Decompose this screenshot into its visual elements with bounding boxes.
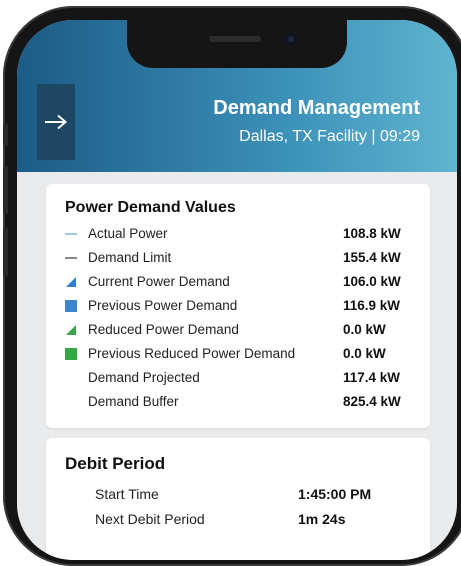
item-value: 106.0 kW (343, 274, 401, 289)
volume-down-button (3, 228, 8, 276)
item-label: Start Time (95, 486, 159, 502)
speaker-grille (209, 36, 261, 42)
card-title: Power Demand Values (65, 199, 236, 216)
notch (127, 20, 347, 68)
item-label: Actual Power (88, 226, 168, 241)
volume-up-button (3, 166, 8, 214)
camera-icon (285, 33, 297, 45)
list-item-current-power-demand: Current Power Demand 106.0 kW (65, 272, 411, 292)
list-item-actual-power: Actual Power 108.8 kW (65, 224, 411, 244)
list-item-demand-projected: Demand Projected 117.4 kW (65, 368, 411, 388)
item-value: 116.9 kW (343, 298, 401, 313)
list-item-reduced-power-demand: Reduced Power Demand 0.0 kW (65, 320, 411, 340)
list-item-demand-buffer: Demand Buffer 825.4 kW (65, 392, 411, 412)
list-item-start-time: Start Time 1:45:00 PM (65, 484, 411, 504)
item-value: 825.4 kW (343, 394, 401, 409)
triangle-legend-icon (66, 325, 76, 335)
item-label: Demand Projected (88, 370, 200, 385)
triangle-legend-icon (66, 277, 76, 287)
item-value: 1:45:00 PM (298, 486, 372, 502)
line-legend-icon (65, 233, 77, 235)
item-label: Demand Limit (88, 250, 172, 265)
square-legend-icon (65, 348, 77, 360)
list-item-next-debit-period: Next Debit Period 1m 24s (65, 509, 411, 529)
page-subtitle: Dallas, TX Facility | 09:29 (239, 128, 420, 145)
power-demand-card: Power Demand Values Actual Power 108.8 k… (46, 184, 430, 428)
card-title: Debit Period (65, 454, 166, 473)
item-value: 117.4 kW (343, 370, 401, 385)
line-legend-icon (65, 257, 77, 259)
arrow-right-icon (45, 114, 68, 130)
list-item-previous-reduced-power-demand: Previous Reduced Power Demand 0.0 kW (65, 344, 411, 364)
debit-period-card: Debit Period Start Time 1:45:00 PM Next … (46, 438, 430, 560)
item-value: 155.4 kW (343, 250, 401, 265)
item-label: Reduced Power Demand (88, 322, 239, 337)
item-value: 108.8 kW (343, 226, 401, 241)
square-legend-icon (65, 300, 77, 312)
item-label: Demand Buffer (88, 394, 179, 409)
phone-screen: Demand Management Dallas, TX Facility | … (17, 20, 457, 560)
item-value: 0.0 kW (343, 346, 386, 361)
mute-switch (3, 124, 8, 146)
list-item-demand-limit: Demand Limit 155.4 kW (65, 248, 411, 268)
page-title: Demand Management (213, 97, 420, 119)
back-button[interactable] (37, 84, 75, 160)
item-label: Previous Reduced Power Demand (88, 346, 296, 361)
item-label: Previous Power Demand (88, 298, 238, 313)
item-label: Current Power Demand (88, 274, 230, 289)
phone-frame: Demand Management Dallas, TX Facility | … (3, 6, 461, 566)
list-item-previous-power-demand: Previous Power Demand 116.9 kW (65, 296, 411, 316)
item-value: 0.0 kW (343, 322, 386, 337)
